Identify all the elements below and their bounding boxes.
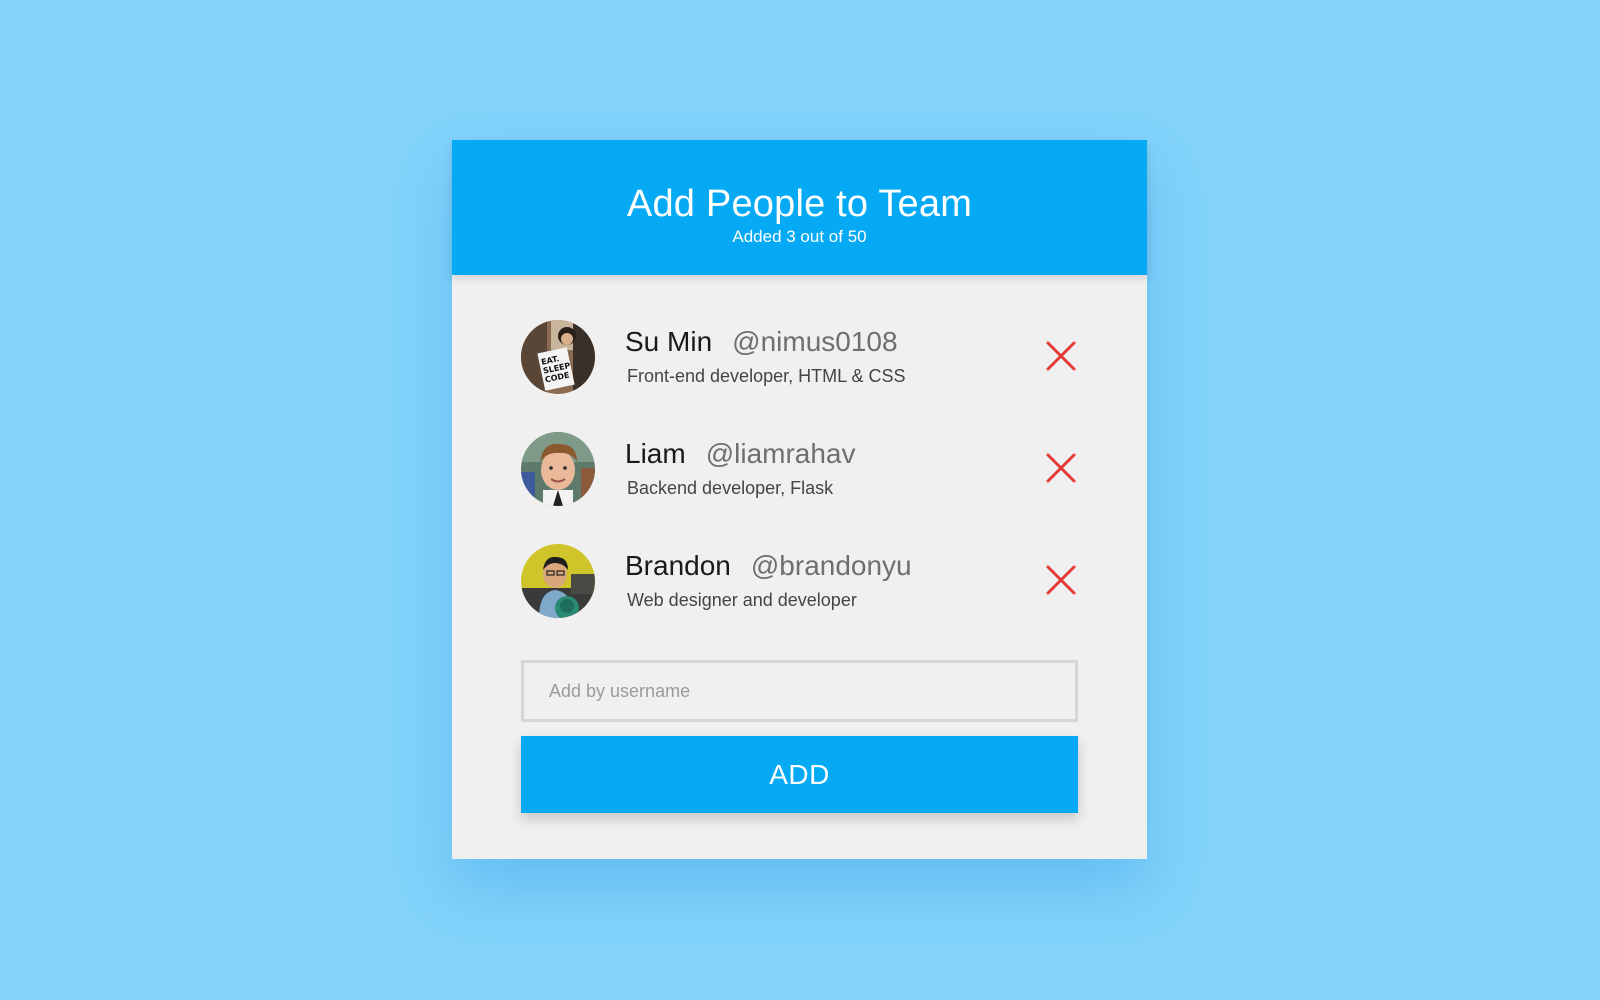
member-info: Brandon @brandonyu Web designer and devel… bbox=[625, 549, 912, 612]
avatar: EAT. SLEEP CODE bbox=[521, 320, 595, 394]
remove-member-button[interactable] bbox=[1044, 563, 1078, 597]
avatar-photo-icon: EAT. SLEEP CODE bbox=[521, 320, 595, 394]
list-item: EAT. SLEEP CODE Su Min @nimus0108 Front-e… bbox=[521, 320, 1078, 432]
member-name: Su Min bbox=[625, 326, 713, 357]
member-name: Liam bbox=[625, 438, 686, 469]
list-item: Brandon @brandonyu Web designer and devel… bbox=[521, 544, 1078, 656]
remove-member-button[interactable] bbox=[1044, 451, 1078, 485]
member-role: Backend developer, Flask bbox=[627, 478, 834, 498]
member-username: @nimus0108 bbox=[732, 326, 898, 357]
close-icon bbox=[1046, 565, 1076, 595]
avatar bbox=[521, 544, 595, 618]
dialog-header: Add People to Team Added 3 out of 50 bbox=[452, 140, 1147, 275]
list-item: Liam @liamrahav Backend developer, Flask bbox=[521, 432, 1078, 544]
member-name-line: Brandon @brandonyu bbox=[625, 549, 912, 588]
member-list: EAT. SLEEP CODE Su Min @nimus0108 Front-e… bbox=[521, 320, 1078, 656]
username-input[interactable] bbox=[521, 660, 1078, 722]
avatar-photo-icon bbox=[521, 432, 595, 506]
avatar-photo-icon bbox=[521, 544, 595, 618]
close-icon bbox=[1046, 341, 1076, 371]
add-people-dialog: Add People to Team Added 3 out of 50 EAT… bbox=[452, 140, 1147, 859]
dialog-title: Add People to Team bbox=[626, 183, 973, 225]
member-count-text: Added 3 out of 50 bbox=[732, 227, 867, 246]
add-button[interactable]: ADD bbox=[521, 736, 1078, 813]
avatar bbox=[521, 432, 595, 506]
close-icon bbox=[1046, 453, 1076, 483]
member-role: Front-end developer, HTML & CSS bbox=[627, 366, 906, 386]
member-name: Brandon bbox=[625, 550, 731, 581]
member-name-line: Su Min @nimus0108 bbox=[625, 325, 905, 364]
member-info: Liam @liamrahav Backend developer, Flask bbox=[625, 437, 856, 500]
member-info: Su Min @nimus0108 Front-end developer, HT… bbox=[625, 325, 905, 388]
member-role: Web designer and developer bbox=[627, 590, 857, 610]
member-username: @liamrahav bbox=[705, 438, 856, 469]
member-username: @brandonyu bbox=[750, 550, 912, 581]
remove-member-button[interactable] bbox=[1044, 339, 1078, 373]
member-name-line: Liam @liamrahav bbox=[625, 437, 856, 476]
